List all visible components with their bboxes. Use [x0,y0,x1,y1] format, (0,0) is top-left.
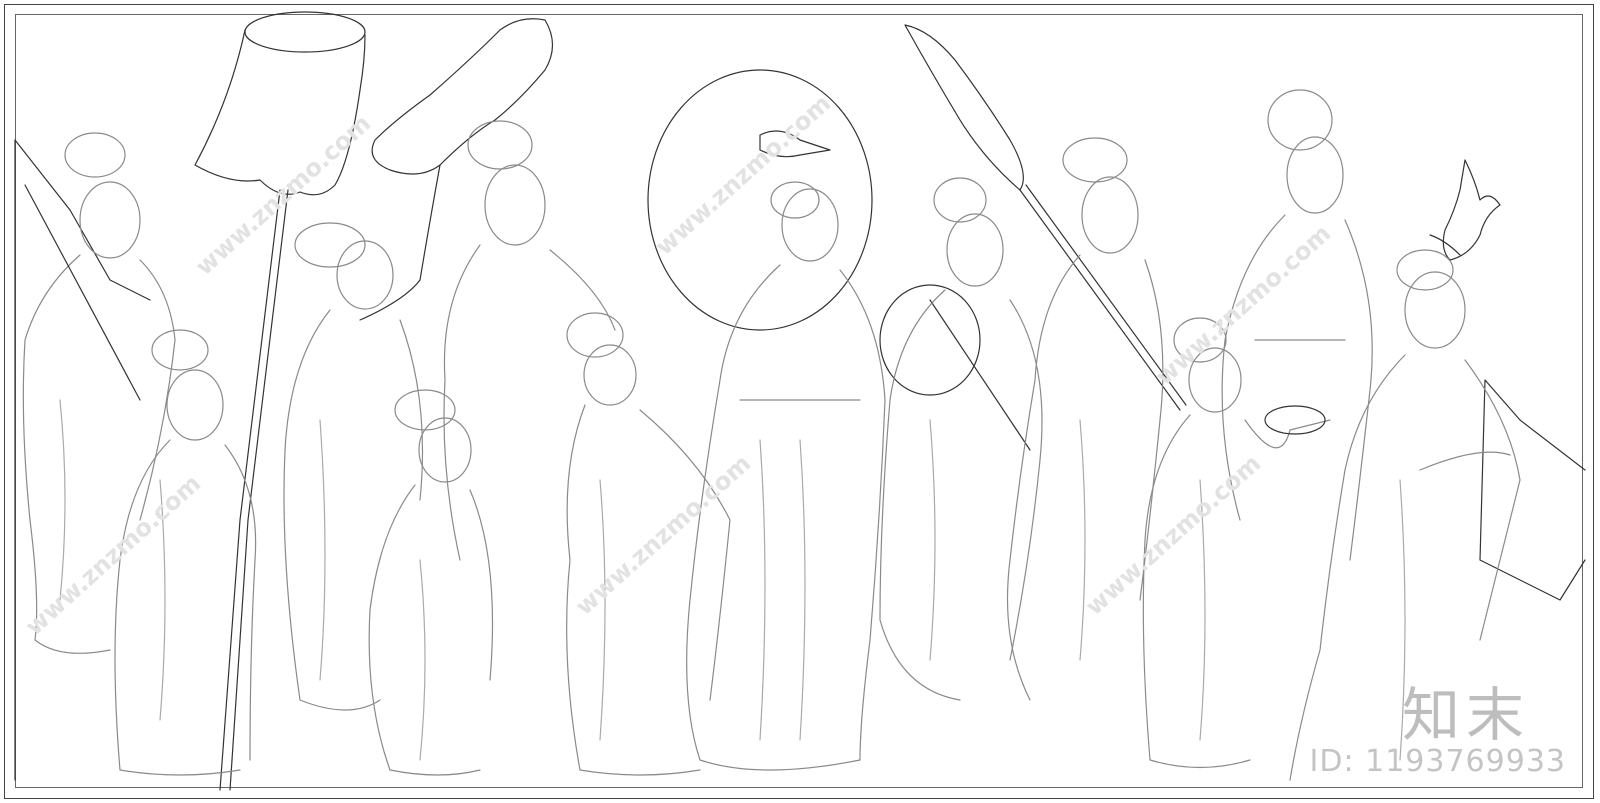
figure-3 [283,222,424,711]
brand-watermark: 知末 [1401,681,1530,749]
figures [22,89,1521,781]
phoenix-ornament [1429,159,1501,261]
scenery-outline-right [1479,379,1586,601]
round-fan [879,284,1031,451]
figure-5 [368,389,494,776]
feather-fan [904,24,1187,411]
figure-7-central [686,130,886,771]
halo [647,69,873,331]
figure-11 [1221,89,1373,561]
scarf-banner [359,18,554,321]
figure-8 [879,177,1043,701]
id-watermark: ID: 1193769933 [1309,744,1566,779]
figure-9 [1006,137,1164,701]
figure-4 [443,120,616,561]
